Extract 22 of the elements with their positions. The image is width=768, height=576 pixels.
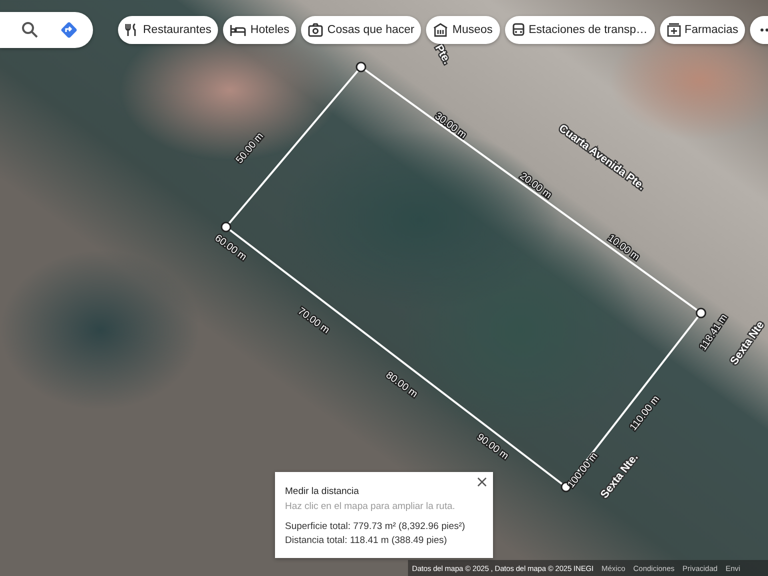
close-icon[interactable] [477, 477, 487, 487]
category-chip[interactable]: Restaurantes [118, 16, 218, 44]
vertex-handle[interactable] [220, 222, 232, 232]
category-chip[interactable]: Museos [426, 16, 500, 44]
fork-knife-icon [125, 23, 139, 37]
category-chip[interactable]: Estaciones de transp… [504, 16, 655, 44]
category-chip[interactable]: Cosas que hacer [301, 16, 422, 44]
category-chip[interactable]: Hoteles [223, 16, 296, 44]
panel-title: Medir la distancia [285, 486, 360, 497]
panel-hint: Haz clic en el mapa para ampliar la ruta. [285, 501, 456, 512]
bed-icon [230, 23, 246, 37]
search-box[interactable] [0, 12, 93, 48]
vertex-handle[interactable] [696, 308, 706, 318]
museum-icon [433, 23, 448, 37]
total-distance: Distancia total: 118.41 m (388.49 pies) [285, 535, 448, 546]
train-icon [512, 23, 525, 37]
camera-icon [308, 23, 324, 37]
category-chip[interactable]: Farmacias [660, 16, 746, 44]
pharmacy-icon [666, 23, 681, 37]
vertex-handle[interactable] [356, 62, 366, 72]
search-icon[interactable] [21, 21, 39, 39]
total-area: Superficie total: 779.73 m² (8,392.96 pies²) [285, 521, 483, 532]
